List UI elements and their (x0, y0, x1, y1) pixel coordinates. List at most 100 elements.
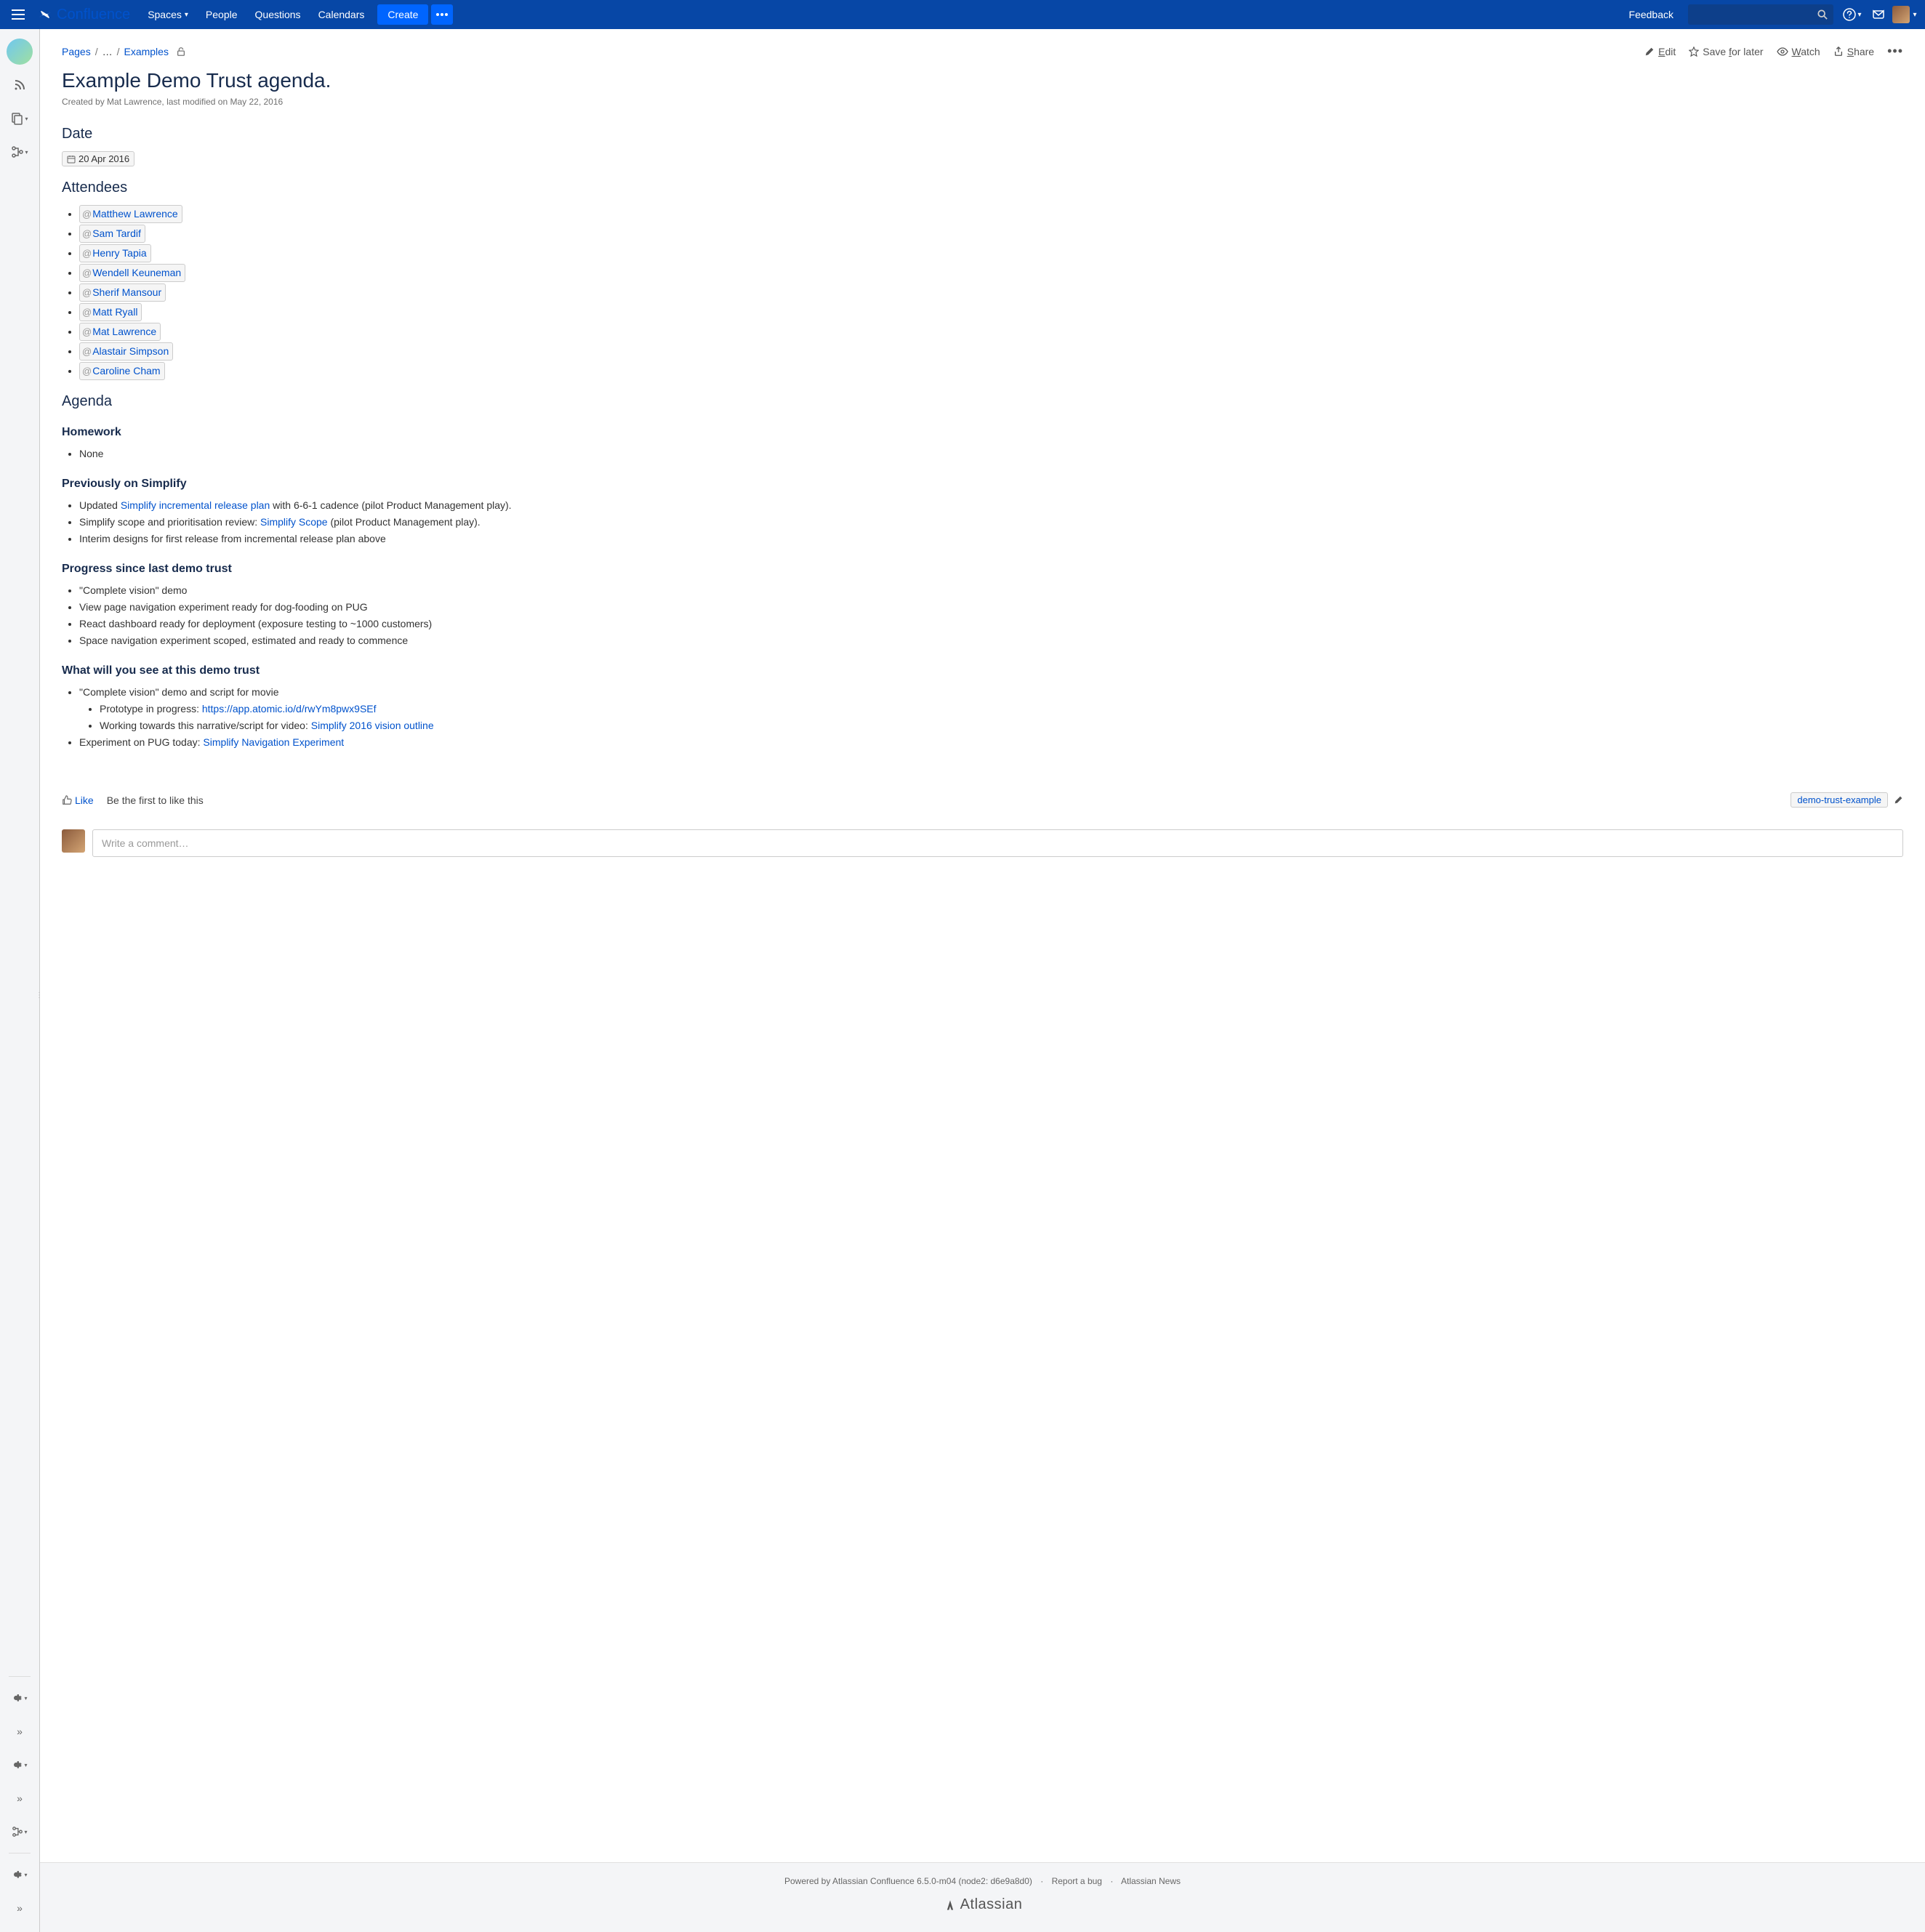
user-mention[interactable]: @Caroline Cham (79, 362, 165, 380)
list-item: Experiment on PUG today: Simplify Naviga… (79, 735, 1903, 750)
comment-input[interactable]: Write a comment… (92, 829, 1903, 857)
like-bar: Like Be the first to like this demo-trus… (62, 786, 1903, 813)
user-mention[interactable]: @Alastair Simpson (79, 342, 173, 361)
mention-link[interactable]: Henry Tapia (92, 246, 146, 261)
sidebar-pages-icon[interactable]: ▾ (6, 105, 33, 132)
feedback-link[interactable]: Feedback (1620, 9, 1682, 20)
comment-row: Write a comment… (62, 829, 1903, 857)
sidebar-tree-icon-2[interactable]: ▾ (6, 1818, 33, 1846)
link-vision-outline[interactable]: Simplify 2016 vision outline (311, 720, 434, 731)
mention-link[interactable]: Matthew Lawrence (92, 206, 178, 222)
help-icon[interactable]: ▾ (1839, 1, 1865, 28)
user-mention[interactable]: @Wendell Keuneman (79, 264, 185, 282)
sidebar-expand-icon-1[interactable]: » (6, 1718, 33, 1745)
watch-action[interactable]: Watch (1777, 46, 1820, 57)
heading-homework: Homework (62, 426, 1903, 439)
nav-calendars[interactable]: Calendars (310, 0, 374, 29)
chevron-down-icon: ▾ (24, 1695, 27, 1702)
edit-labels-icon[interactable] (1894, 795, 1903, 805)
star-icon (1689, 47, 1699, 57)
user-mention[interactable]: @Henry Tapia (79, 244, 151, 262)
sidebar-settings-icon[interactable]: ▾ (6, 1684, 33, 1712)
user-mention[interactable]: @Sam Tardif (79, 225, 145, 243)
user-mention[interactable]: @Sherif Mansour (79, 283, 166, 302)
list-item: @Matt Ryall (79, 303, 1903, 321)
sidebar-feed-icon[interactable] (6, 71, 33, 99)
notifications-icon[interactable] (1865, 1, 1892, 28)
app-switcher-icon[interactable] (7, 4, 29, 25)
create-more-button[interactable] (431, 4, 453, 25)
list-item: "Complete vision" demo and script for mo… (79, 685, 1903, 733)
sidebar-resize-handle[interactable]: ⋮ (37, 981, 41, 1010)
breadcrumb-expand[interactable]: … (103, 46, 113, 57)
byline: Created by Mat Lawrence, last modified o… (62, 97, 1903, 107)
nav-spaces[interactable]: Spaces▾ (139, 0, 197, 29)
nav-questions[interactable]: Questions (246, 0, 310, 29)
save-for-later-action[interactable]: Save for later (1689, 46, 1763, 57)
attendees-list: @Matthew Lawrence@Sam Tardif@Henry Tapia… (79, 205, 1903, 380)
sidebar-settings-icon-2[interactable]: ▾ (6, 1751, 33, 1779)
search-input[interactable] (1688, 4, 1833, 25)
nav-people[interactable]: People (197, 0, 246, 29)
link-prototype[interactable]: https://app.atomic.io/d/rwYm8pwx9SEf (202, 703, 377, 715)
share-icon (1833, 47, 1844, 57)
breadcrumb-pages[interactable]: Pages (62, 46, 91, 57)
breadcrumb-row: Pages / … / Examples Edit (62, 44, 1903, 59)
create-button[interactable]: Create (377, 4, 428, 25)
user-menu[interactable]: ▾ (1892, 1, 1918, 28)
mention-link[interactable]: Caroline Cham (92, 363, 160, 379)
at-icon: @ (82, 266, 92, 281)
mention-link[interactable]: Matt Ryall (92, 305, 137, 320)
footer-news[interactable]: Atlassian News (1121, 1876, 1181, 1886)
primary-nav: Spaces▾ People Questions Calendars Creat… (139, 0, 453, 29)
footer-confluence-link[interactable]: Atlassian Confluence (832, 1876, 915, 1886)
more-actions-icon[interactable]: ••• (1887, 44, 1903, 59)
mention-link[interactable]: Alastair Simpson (92, 344, 169, 359)
author-link[interactable]: Mat Lawrence (107, 97, 161, 107)
edit-action[interactable]: Edit (1644, 46, 1676, 57)
what-see-list: "Complete vision" demo and script for mo… (79, 685, 1903, 750)
user-mention[interactable]: @Matt Ryall (79, 303, 142, 321)
user-mention[interactable]: @Mat Lawrence (79, 323, 161, 341)
current-user-avatar (62, 829, 85, 853)
at-icon: @ (82, 227, 92, 241)
mention-link[interactable]: Mat Lawrence (92, 324, 156, 339)
at-icon: @ (82, 207, 92, 222)
modified-date[interactable]: May 22, 2016 (230, 97, 283, 107)
sidebar-bottom: ▾ » ▾ » ▾ ▾ » (6, 1672, 33, 1932)
mention-link[interactable]: Wendell Keuneman (92, 265, 181, 281)
like-count-text: Be the first to like this (107, 794, 204, 806)
atlassian-logo[interactable]: Atlassian (40, 1896, 1925, 1913)
heading-previously: Previously on Simplify (62, 478, 1903, 491)
sidebar-settings-icon-3[interactable]: ▾ (6, 1861, 33, 1888)
breadcrumb-separator: / (117, 46, 120, 57)
like-button[interactable]: Like (62, 794, 94, 806)
share-action[interactable]: Share (1833, 46, 1874, 57)
list-item: Prototype in progress: https://app.atomi… (100, 701, 1903, 717)
breadcrumb-separator: / (95, 46, 98, 57)
confluence-logo[interactable]: Confluence (38, 7, 130, 23)
sidebar-expand-icon-3[interactable]: » (6, 1894, 33, 1922)
link-nav-experiment[interactable]: Simplify Navigation Experiment (203, 736, 344, 748)
link-simplify-scope[interactable]: Simplify Scope (260, 516, 328, 528)
sidebar-expand-icon-2[interactable]: » (6, 1784, 33, 1812)
list-item: @Mat Lawrence (79, 323, 1903, 341)
footer-report-bug[interactable]: Report a bug (1052, 1876, 1102, 1886)
page-label[interactable]: demo-trust-example (1791, 792, 1888, 808)
user-mention[interactable]: @Matthew Lawrence (79, 205, 182, 223)
divider (9, 1676, 31, 1677)
at-icon: @ (82, 286, 92, 300)
calendar-icon (67, 155, 76, 164)
top-header: Confluence Spaces▾ People Questions Cale… (0, 0, 1925, 29)
mention-link[interactable]: Sherif Mansour (92, 285, 161, 300)
chevron-down-icon: ▾ (24, 1829, 27, 1835)
breadcrumb-examples[interactable]: Examples (124, 46, 168, 57)
mention-link[interactable]: Sam Tardif (92, 226, 141, 241)
space-avatar[interactable] (6, 38, 33, 65)
progress-list: "Complete vision" demoView page navigati… (79, 583, 1903, 648)
date-badge[interactable]: 20 Apr 2016 (62, 151, 134, 166)
unlock-icon[interactable] (176, 47, 186, 57)
sidebar-tree-icon[interactable]: ▾ (6, 138, 33, 166)
list-item: React dashboard ready for deployment (ex… (79, 616, 1903, 632)
link-release-plan[interactable]: Simplify incremental release plan (121, 499, 270, 511)
